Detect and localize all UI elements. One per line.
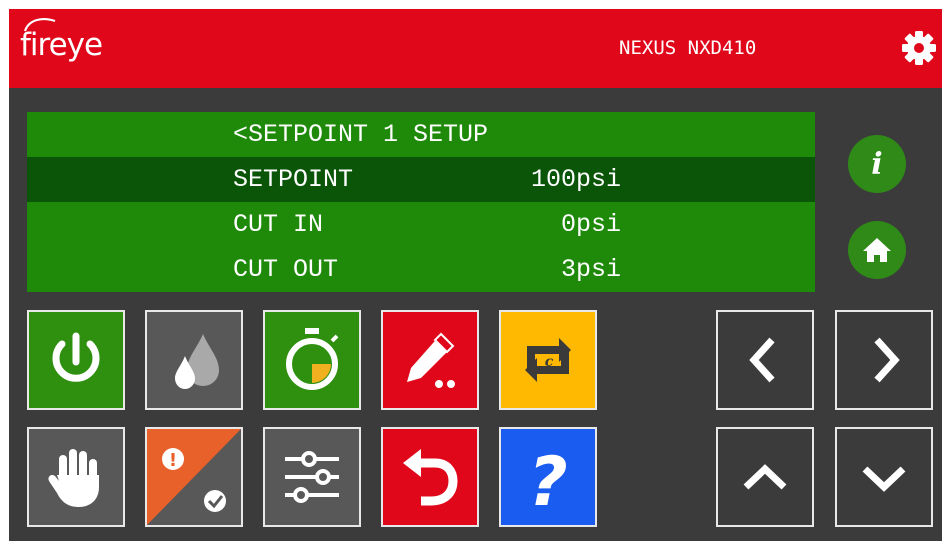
nav-up-button[interactable]	[716, 427, 814, 527]
lcd-row-label: SETPOINT	[233, 165, 354, 194]
manual-hold-button[interactable]	[27, 427, 125, 527]
adjustments-button[interactable]	[263, 427, 361, 527]
stopwatch-icon	[286, 328, 339, 390]
edit-button[interactable]	[381, 310, 479, 410]
help-icon: ?	[528, 443, 567, 522]
flame-drops-icon	[175, 334, 219, 389]
chevron-left-icon	[749, 337, 775, 383]
home-icon	[863, 238, 891, 262]
fireye-logo: fireye	[20, 27, 103, 63]
cycle-c-icon: c	[525, 338, 571, 382]
svg-text:c: c	[545, 354, 554, 370]
svg-text:?: ?	[528, 443, 567, 522]
alarm-reset-button[interactable]: !	[145, 427, 243, 527]
home-button[interactable]	[848, 221, 906, 279]
info-button[interactable]: i	[848, 135, 906, 193]
lcd-row-setpoint[interactable]: SETPOINT 100psi	[27, 157, 815, 202]
nav-down-button[interactable]	[835, 427, 933, 527]
pencil-edit-icon	[407, 332, 455, 388]
fuel-button[interactable]	[145, 310, 243, 410]
lcd-row-value: 3psi	[560, 255, 621, 284]
timer-button[interactable]	[263, 310, 361, 410]
chevron-right-icon	[874, 337, 900, 383]
alarm-check-icon: !	[147, 429, 241, 525]
model-name: NEXUS NXD410	[619, 37, 757, 59]
lcd-row-label: CUT IN	[233, 210, 324, 239]
svg-text:!: !	[169, 450, 177, 471]
info-icon: i	[871, 147, 882, 182]
chevron-up-icon	[743, 464, 787, 490]
power-icon	[52, 332, 100, 382]
gear-icon[interactable]	[901, 30, 937, 66]
lcd-display: <SETPOINT 1 SETUP SETPOINT 100psi CUT IN…	[27, 112, 815, 292]
lcd-title: <SETPOINT 1 SETUP	[233, 120, 489, 149]
svg-text:i: i	[871, 147, 882, 182]
lcd-row-label: CUT OUT	[233, 255, 339, 284]
sliders-icon	[285, 451, 339, 503]
hand-stop-icon	[48, 449, 99, 507]
controller-panel: fireye NEXUS NXD410 <SETPOINT 1 SETUP SE…	[9, 9, 942, 541]
chevron-down-icon	[862, 466, 906, 492]
undo-button[interactable]	[381, 427, 479, 527]
cycle-button[interactable]: c	[499, 310, 597, 410]
lcd-row-cut-in[interactable]: CUT IN 0psi	[27, 202, 815, 247]
lcd-row-value: 100psi	[530, 165, 621, 194]
header-bar: fireye NEXUS NXD410	[9, 9, 942, 88]
lcd-title-row: <SETPOINT 1 SETUP	[27, 112, 815, 157]
power-button[interactable]	[27, 310, 125, 410]
nav-right-button[interactable]	[835, 310, 933, 410]
nav-left-button[interactable]	[716, 310, 814, 410]
undo-icon	[403, 449, 458, 506]
help-button[interactable]: ?	[499, 427, 597, 527]
lcd-row-cut-out[interactable]: CUT OUT 3psi	[27, 247, 815, 292]
lcd-row-value: 0psi	[560, 210, 621, 239]
